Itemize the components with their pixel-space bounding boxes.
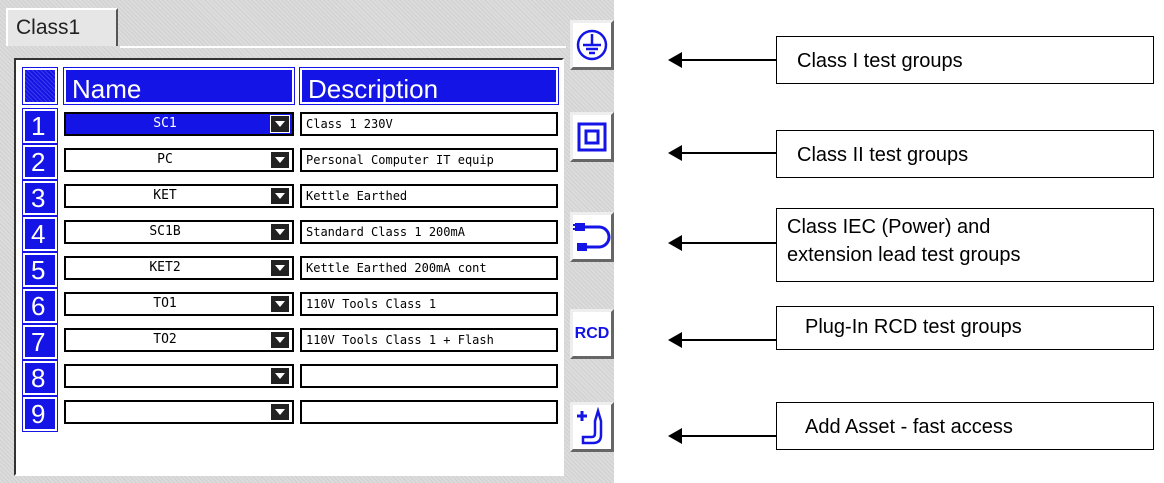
add-asset-button[interactable] <box>570 402 614 452</box>
tab-label: Class1 <box>16 16 81 39</box>
callout-text: Class II test groups <box>797 144 969 166</box>
row-number: 8 <box>22 360 58 396</box>
dropdown-arrow-icon[interactable] <box>270 295 290 313</box>
callout-text: Class IEC (Power) and <box>787 216 991 238</box>
group-name-value: SC1B <box>149 224 181 239</box>
add-asset-icon <box>577 407 603 445</box>
column-header-description: Description <box>299 67 559 105</box>
group-name-value <box>66 366 264 386</box>
group-name-select[interactable]: TO2 <box>64 328 294 352</box>
class1-button[interactable] <box>570 20 614 70</box>
header-corner <box>22 67 58 105</box>
callout-text: extension lead test groups <box>787 244 1021 266</box>
rcd-icon: RCD <box>574 325 610 342</box>
group-name-select[interactable] <box>64 400 294 424</box>
dropdown-arrow-icon[interactable] <box>270 223 290 241</box>
group-name-value: KET2 <box>149 260 181 275</box>
group-description-field[interactable]: 110V Tools Class 1 + Flash <box>300 328 558 352</box>
group-description-field[interactable] <box>300 364 558 388</box>
row-number: 4 <box>22 216 58 252</box>
row-number: 6 <box>22 288 58 324</box>
group-name-value: KET <box>153 188 177 203</box>
plug-lead-icon <box>573 223 611 251</box>
row-number: 1 <box>22 108 58 144</box>
group-name-select[interactable]: KET <box>64 184 294 208</box>
group-name-select[interactable]: SC1B <box>64 220 294 244</box>
callout-class1: Class I test groups <box>776 36 1154 84</box>
double-square-icon <box>577 122 607 152</box>
group-description-field[interactable] <box>300 400 558 424</box>
dropdown-arrow-icon[interactable] <box>270 367 290 385</box>
callout-iec: Class IEC (Power) and extension lead tes… <box>776 208 1154 282</box>
row-number: 7 <box>22 324 58 360</box>
class2-button[interactable] <box>570 112 614 162</box>
arrow-icon <box>668 145 776 161</box>
dropdown-arrow-icon[interactable] <box>270 331 290 349</box>
dropdown-arrow-icon[interactable] <box>270 259 290 277</box>
group-name-value: TO2 <box>153 332 177 347</box>
dropdown-arrow-icon[interactable] <box>270 115 290 133</box>
arrow-icon <box>668 428 776 444</box>
callout-text: Plug-In RCD test groups <box>805 316 1022 338</box>
callout-rcd: Plug-In RCD test groups <box>776 306 1154 350</box>
group-description-field[interactable]: Standard Class 1 200mA <box>300 220 558 244</box>
callout-add-asset: Add Asset - fast access <box>776 402 1154 450</box>
group-description-field[interactable]: Kettle Earthed 200mA cont <box>300 256 558 280</box>
callout-class2: Class II test groups <box>776 130 1154 178</box>
arrow-icon <box>668 332 776 348</box>
group-name-value: TO1 <box>153 296 177 311</box>
row-number: 9 <box>22 396 58 432</box>
dropdown-arrow-icon[interactable] <box>270 187 290 205</box>
group-name-value <box>66 402 264 422</box>
arrow-icon <box>668 52 776 68</box>
row-number: 5 <box>22 252 58 288</box>
earth-ground-icon <box>576 29 608 61</box>
row-number: 3 <box>22 180 58 216</box>
tab-divider <box>120 46 566 48</box>
rcd-button[interactable]: RCD <box>570 309 614 359</box>
dropdown-arrow-icon[interactable] <box>270 403 290 421</box>
dropdown-arrow-icon[interactable] <box>270 151 290 169</box>
callout-text: Class I test groups <box>797 50 963 72</box>
tab-class1[interactable]: Class1 <box>6 8 118 46</box>
group-description-field[interactable]: Personal Computer IT equip <box>300 148 558 172</box>
arrow-icon <box>668 235 776 251</box>
device-screen: Class1 Name Description 1 SC1 Class 1 230V… <box>0 0 614 483</box>
group-description-field[interactable]: Class 1 230V <box>300 112 558 136</box>
group-name-value: SC1 <box>153 116 177 131</box>
callout-text: Add Asset - fast access <box>805 416 1013 438</box>
group-name-value: PC <box>157 152 173 167</box>
group-name-select[interactable]: KET2 <box>64 256 294 280</box>
group-description-field[interactable]: 110V Tools Class 1 <box>300 292 558 316</box>
row-number: 2 <box>22 144 58 180</box>
group-name-select[interactable]: SC1 <box>64 112 294 136</box>
group-name-select[interactable]: PC <box>64 148 294 172</box>
column-header-name: Name <box>63 67 295 105</box>
group-description-field[interactable]: Kettle Earthed <box>300 184 558 208</box>
group-name-select[interactable] <box>64 364 294 388</box>
group-name-select[interactable]: TO1 <box>64 292 294 316</box>
iec-lead-button[interactable] <box>570 212 614 262</box>
